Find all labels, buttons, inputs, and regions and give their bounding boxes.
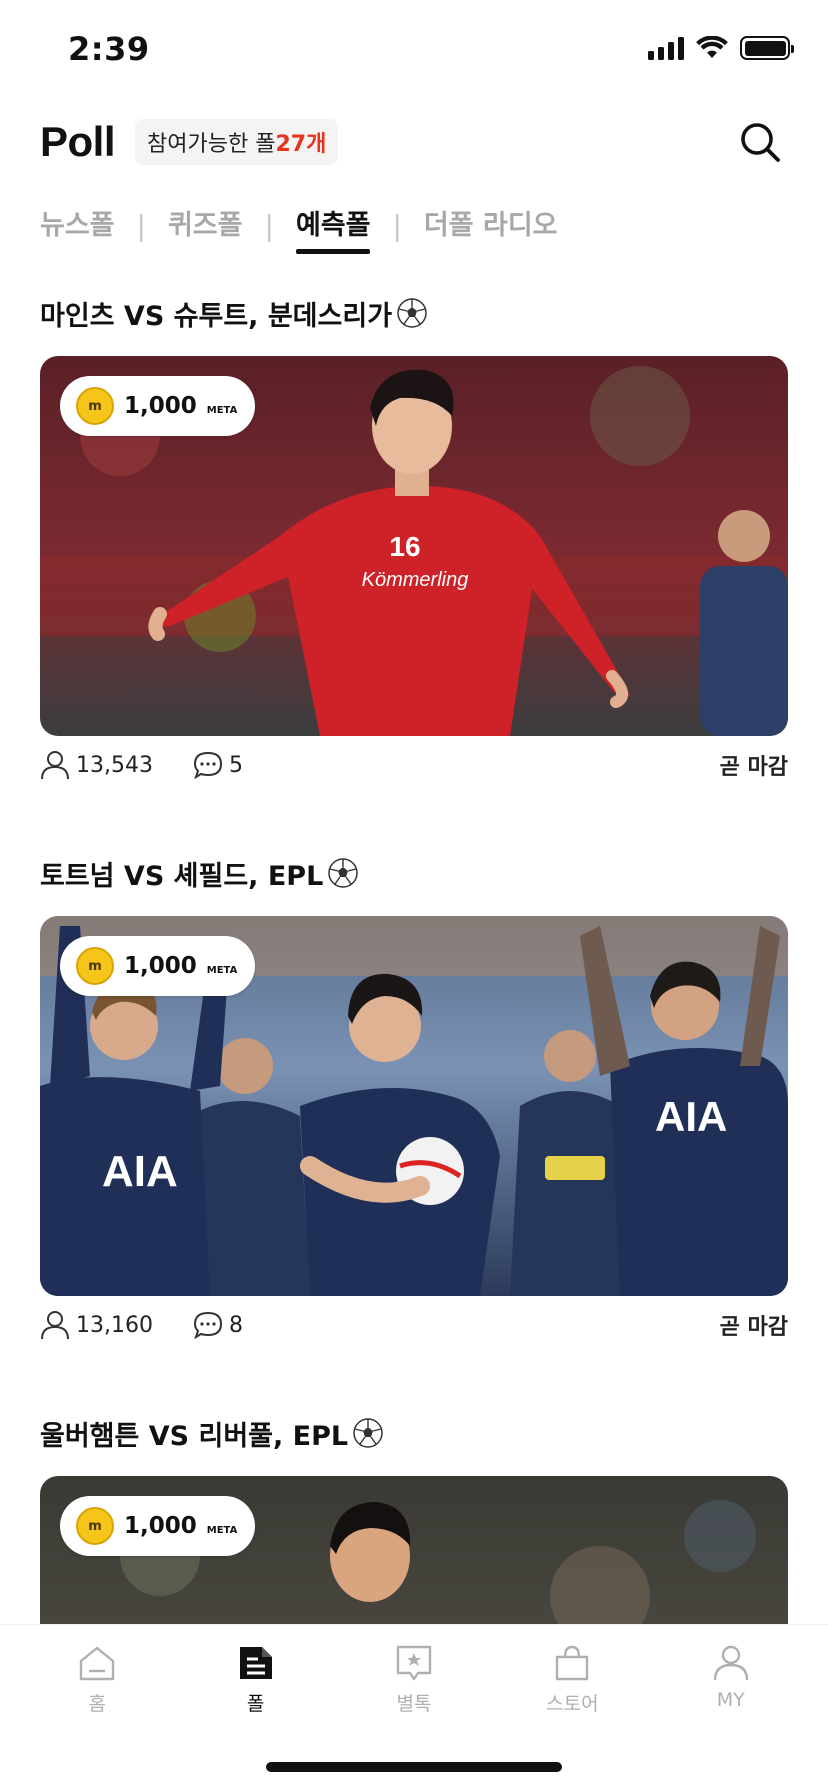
reward-amount: 1,000 — [124, 393, 197, 419]
nav-home[interactable]: 홈 — [27, 1643, 167, 1716]
svg-text:16: 16 — [389, 531, 420, 562]
tab-radio[interactable]: 더폴 라디오 — [424, 203, 558, 248]
poll-title-text: 울버햄튼 VS 리버풀, EPL — [40, 1420, 349, 1452]
available-polls-badge: 참여가능한 폴 27개 — [135, 119, 339, 165]
poll-card[interactable]: 토트넘 VS 셰필드, EPL AIA AIA m 1,000 META 13,… — [40, 850, 788, 1354]
home-indicator — [266, 1762, 562, 1772]
status-icons — [648, 36, 794, 60]
soccer-ball-icon — [353, 1418, 383, 1448]
poll-card[interactable]: 울버햄튼 VS 리버풀, EPL m 1,000 META — [40, 1410, 788, 1624]
comment-icon — [193, 1311, 222, 1340]
soccer-ball-icon — [397, 298, 427, 328]
nav-startalk[interactable]: 별톡 — [344, 1643, 484, 1716]
poll-meta: 13,543 5 곧 마감 — [40, 736, 788, 794]
poll-feed: 마인츠 VS 슈투트, 분데스리가 Kömmerling 16 m 1,000 … — [40, 290, 788, 1624]
user-icon — [713, 1645, 748, 1681]
poll-title: 마인츠 VS 슈투트, 분데스리가 — [40, 290, 788, 336]
reward-badge: m 1,000 META — [60, 936, 256, 996]
poll-title: 토트넘 VS 셰필드, EPL — [40, 850, 788, 896]
deadline-label: 곧 마감 — [719, 1315, 788, 1340]
participants: 13,160 — [40, 1310, 153, 1340]
poll-title-text: 토트넘 VS 셰필드, EPL — [40, 860, 324, 892]
nav-store[interactable]: 스토어 — [502, 1643, 642, 1716]
battery-icon — [740, 36, 794, 60]
search-icon — [741, 123, 780, 162]
poll-card[interactable]: 마인츠 VS 슈투트, 분데스리가 Kömmerling 16 m 1,000 … — [40, 290, 788, 794]
nav-startalk-label: 별톡 — [396, 1693, 432, 1715]
nav-poll-label: 폴 — [246, 1693, 265, 1715]
reward-badge: m 1,000 META — [60, 376, 256, 436]
poll-image[interactable]: Kömmerling 16 m 1,000 META — [40, 356, 788, 736]
comments-count: 5 — [228, 752, 243, 778]
tab-news-poll[interactable]: 뉴스폴 — [40, 203, 115, 248]
nav-home-label: 홈 — [88, 1693, 106, 1715]
person-icon — [41, 1311, 69, 1340]
header: Poll 참여가능한 폴 27개 — [40, 108, 788, 176]
tab-quiz-poll[interactable]: 퀴즈폴 — [168, 203, 243, 248]
status-bar: 2:39 — [0, 0, 828, 100]
nav-store-label: 스토어 — [546, 1693, 599, 1715]
document-icon — [239, 1647, 272, 1679]
comment-icon — [193, 751, 222, 780]
reward-unit: META — [206, 1524, 238, 1536]
comments[interactable]: 5 — [193, 750, 243, 780]
person-icon — [41, 751, 69, 780]
search-button[interactable] — [732, 114, 788, 170]
cellular-signal-icon — [648, 36, 684, 60]
jersey-sponsor-text: Kömmerling — [362, 569, 469, 591]
poll-title: 울버햄튼 VS 리버풀, EPL — [40, 1410, 788, 1456]
comments-count: 8 — [228, 1312, 243, 1338]
tab-prediction-poll[interactable]: 예측폴 — [295, 203, 370, 254]
reward-unit: META — [206, 404, 238, 416]
meta-coin-icon: m — [76, 947, 114, 985]
participants: 13,543 — [40, 750, 153, 780]
home-icon — [79, 1646, 115, 1681]
deadline-label: 곧 마감 — [719, 755, 788, 780]
page-title: Poll — [40, 118, 116, 165]
nav-poll[interactable]: 폴 — [186, 1643, 326, 1716]
nav-my-label: MY — [716, 1689, 745, 1711]
reward-amount: 1,000 — [124, 953, 197, 979]
poll-title-text: 마인츠 VS 슈투트, 분데스리가 — [40, 300, 393, 332]
available-polls-label: 참여가능한 폴 — [147, 132, 276, 157]
nav-my[interactable]: MY — [661, 1643, 801, 1716]
poll-image[interactable]: 12 m 1,000 META — [40, 1476, 788, 1624]
meta-coin-icon: m — [76, 387, 114, 425]
jersey-sponsor-text: AIA — [102, 1147, 178, 1196]
poll-tabs: 뉴스폴 | 퀴즈폴 | 예측폴 | 더폴 라디오 — [40, 200, 558, 254]
comments[interactable]: 8 — [193, 1310, 243, 1340]
reward-badge: m 1,000 META — [60, 1496, 256, 1556]
star-chat-icon — [396, 1645, 432, 1681]
bottom-nav: 홈 폴 별톡 스토어 MY — [0, 1624, 828, 1792]
tab-divider: | — [264, 208, 274, 242]
available-polls-count: 27개 — [275, 132, 327, 157]
svg-text:AIA: AIA — [655, 1093, 727, 1140]
shopping-bag-icon — [556, 1645, 589, 1681]
poll-meta: 13,160 8 곧 마감 — [40, 1296, 788, 1354]
tab-divider: | — [136, 208, 146, 242]
participants-count: 13,160 — [76, 1312, 153, 1338]
participants-count: 13,543 — [76, 752, 153, 778]
reward-amount: 1,000 — [124, 1513, 197, 1539]
poll-image[interactable]: AIA AIA m 1,000 META — [40, 916, 788, 1296]
tab-divider: | — [392, 208, 402, 242]
meta-coin-icon: m — [76, 1507, 114, 1545]
wifi-icon — [696, 36, 728, 58]
soccer-ball-icon — [328, 858, 359, 888]
reward-unit: META — [206, 964, 238, 976]
status-time: 2:39 — [68, 30, 150, 68]
